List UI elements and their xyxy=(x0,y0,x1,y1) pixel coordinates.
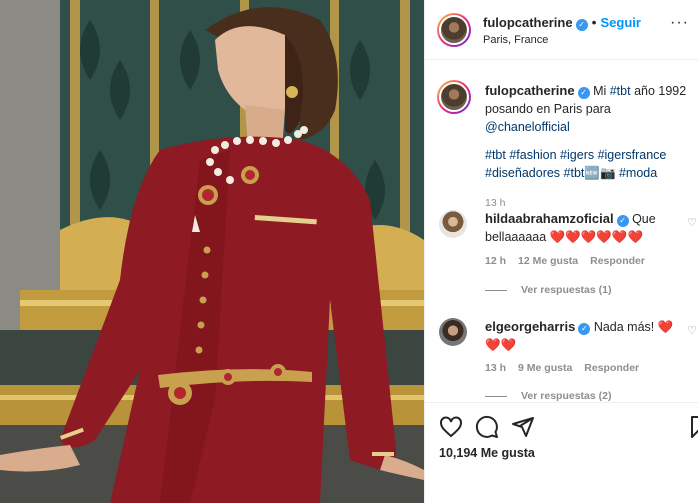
view-replies-label: Ver respuestas (2) xyxy=(521,390,612,402)
post-photo[interactable] xyxy=(0,0,424,503)
comment-reply-button[interactable]: Responder xyxy=(584,362,639,374)
like-count[interactable]: 10,194 Me gusta xyxy=(439,446,535,460)
comment-username[interactable]: elgeorgeharris xyxy=(485,319,575,334)
more-options-icon[interactable]: ··· xyxy=(670,14,689,32)
replies-divider xyxy=(485,395,507,397)
verified-badge-icon: ✓ xyxy=(577,87,590,99)
post-header: fulopcatherine ✓ • Seguir Paris, France ··· xyxy=(425,0,698,60)
photo-illustration xyxy=(0,0,424,503)
author-username[interactable]: fulopcatherine xyxy=(483,15,573,30)
caption-hashtags-line2[interactable]: #diseñadores #tbt🆕📷 #moda xyxy=(485,164,690,182)
commenter-avatar[interactable] xyxy=(439,210,467,238)
caption-hashtags-line1[interactable]: #tbt #fashion #igers #igersfrance xyxy=(485,146,690,164)
view-replies-label: Ver respuestas (1) xyxy=(521,284,612,296)
comment-time[interactable]: 13 h xyxy=(485,362,506,374)
author-line: fulopcatherine ✓ • Seguir xyxy=(483,14,641,31)
view-replies-button[interactable]: Ver respuestas (2) xyxy=(485,390,611,402)
comment-item: elgeorgeharris ✓ Nada más! ❤️ ❤️❤️ xyxy=(485,318,680,354)
separator-dot: • xyxy=(591,14,597,30)
caption-avatar[interactable] xyxy=(437,80,471,114)
bookmark-icon[interactable] xyxy=(687,415,698,439)
comment-likes[interactable]: 12 Me gusta xyxy=(518,255,578,267)
replies-divider xyxy=(485,289,507,291)
comment-username[interactable]: hildaabrahamzoficial xyxy=(485,211,614,226)
post-side-panel: fulopcatherine ✓ • Seguir Paris, France ···… xyxy=(424,0,698,503)
view-replies-button[interactable]: Ver respuestas (1) xyxy=(485,284,611,296)
comments-section[interactable]: fulopcatherine ✓ Mi #tbt año 1992 posando… xyxy=(425,60,698,402)
follow-button[interactable]: Seguir xyxy=(600,15,640,30)
verified-badge-icon: ✓ xyxy=(616,215,629,227)
caption-text-start: Mi xyxy=(593,84,610,98)
caption-username[interactable]: fulopcatherine xyxy=(485,83,575,98)
post-actions: 10,194 Me gusta xyxy=(425,402,698,503)
comment-item: hildaabrahamzoficial ✓ Que bellaaaaaa ❤️❤… xyxy=(485,210,680,246)
comment-time[interactable]: 12 h xyxy=(485,255,506,267)
caption-mention[interactable]: @chanelofficial xyxy=(485,120,570,134)
heart-icon[interactable] xyxy=(439,415,463,439)
verified-badge-icon: ✓ xyxy=(578,323,591,335)
caption-hashtag[interactable]: #tbt xyxy=(610,84,631,98)
commenter-avatar[interactable] xyxy=(439,318,467,346)
post-caption: fulopcatherine ✓ Mi #tbt año 1992 posando… xyxy=(485,82,690,212)
comment-meta: 13 h 9 Me gusta Responder xyxy=(485,362,651,374)
comment-like-heart-icon[interactable]: ♡ xyxy=(687,216,697,229)
comment-likes[interactable]: 9 Me gusta xyxy=(518,362,572,374)
author-avatar[interactable] xyxy=(437,13,471,47)
comment-reply-button[interactable]: Responder xyxy=(590,255,645,267)
share-icon[interactable] xyxy=(511,415,535,439)
post-location[interactable]: Paris, France xyxy=(483,34,548,46)
comment-icon[interactable] xyxy=(475,415,499,439)
verified-badge-icon: ✓ xyxy=(575,19,588,31)
comment-meta: 12 h 12 Me gusta Responder xyxy=(485,255,657,267)
comment-like-heart-icon[interactable]: ♡ xyxy=(687,324,697,337)
